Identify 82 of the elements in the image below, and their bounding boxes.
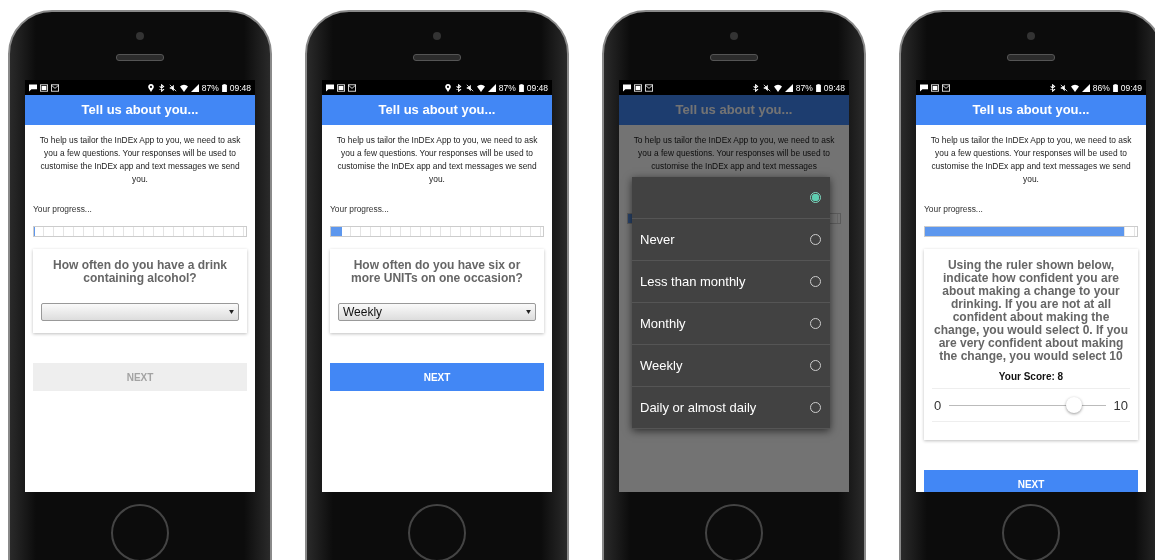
signal-icon (1081, 83, 1090, 92)
battery-percentage: 86% (1092, 82, 1110, 93)
mail-icon (645, 83, 653, 92)
status-time: 09:49 (1120, 82, 1142, 93)
camera-icon (1027, 32, 1035, 40)
intro-text: To help us tailor the InDEx App to you, we need to ask you a few questions. Your responses will be used to customise the InDEx app and text messages we send you. (335, 134, 539, 186)
location-pin-icon (443, 83, 452, 92)
question-text: Using the ruler shown below, indicate how confident you are about making a change to your drinking. If you are not at all confident about making the change, you would select 0. If you are very confident about making the change, you would select 10 (932, 259, 1129, 363)
app-header: Tell us about you... (916, 95, 1146, 125)
mute-icon (168, 83, 177, 92)
dropdown-field[interactable]: Weekly (338, 303, 536, 321)
battery-icon (221, 83, 227, 92)
camera-icon (730, 32, 738, 40)
option-item[interactable]: Less than monthly (632, 261, 830, 303)
battery-percentage: 87% (201, 82, 219, 93)
bluetooth-icon (1048, 83, 1057, 92)
battery-icon (1112, 83, 1118, 92)
mail-icon (942, 83, 950, 92)
dropdown-field[interactable] (41, 303, 239, 321)
bluetooth-icon (751, 83, 760, 92)
intro-text: To help us tailor the InDEx App to you, we need to ask you a few questions. Your responses will be used to customise the InDEx app and text messages we send you. (38, 134, 242, 186)
intro-text: To help us tailor the InDEx App to you, we need to ask you a few questions. Your responses will be used to customise the InDEx app and text messages (632, 134, 836, 173)
question-text: How often do you have six or more UNITs on one occasion? (350, 259, 524, 285)
status-time: 09:48 (526, 82, 548, 93)
option-item[interactable]: Never (632, 219, 830, 261)
progress-label: Your progress... (33, 204, 93, 214)
wifi-icon (1070, 83, 1079, 92)
option-item[interactable]: Daily or almost daily (632, 387, 830, 429)
message-icon (920, 83, 928, 92)
battery-percentage: 87% (498, 82, 516, 93)
app-header: Tell us about you... (619, 95, 849, 125)
option-item[interactable]: Monthly (632, 303, 830, 345)
image-icon (931, 83, 939, 92)
battery-icon (518, 83, 524, 92)
slider-thumb[interactable] (1066, 396, 1083, 413)
bluetooth-icon (454, 83, 463, 92)
camera-icon (433, 32, 441, 40)
speaker-grille (710, 54, 758, 61)
speaker-grille (1007, 54, 1055, 61)
slider-max-label: 10 (1113, 397, 1128, 413)
progress-label: Your progress... (330, 204, 390, 214)
location-pin-icon (146, 83, 155, 92)
home-button[interactable] (111, 504, 169, 560)
message-icon (623, 83, 631, 92)
image-icon (337, 83, 345, 92)
signal-icon (190, 83, 199, 92)
home-button[interactable] (705, 504, 763, 560)
progress-label: Your progress... (924, 204, 984, 214)
bluetooth-icon (157, 83, 166, 92)
battery-icon (815, 83, 821, 92)
option-item[interactable]: Weekly (632, 345, 830, 387)
message-icon (326, 83, 334, 92)
app-header: Tell us about you... (25, 95, 255, 125)
image-icon (634, 83, 642, 92)
mail-icon (348, 83, 356, 92)
message-icon (29, 83, 37, 92)
score-label: Your Score: 8 (997, 371, 1065, 382)
slider-min-label: 0 (934, 397, 942, 413)
wifi-icon (179, 83, 188, 92)
mute-icon (762, 83, 771, 92)
caret-icon (526, 310, 531, 314)
status-time: 09:48 (823, 82, 845, 93)
signal-icon (784, 83, 793, 92)
caret-icon (229, 310, 234, 314)
mail-icon (51, 83, 59, 92)
mute-icon (1059, 83, 1068, 92)
mute-icon (465, 83, 474, 92)
image-icon (40, 83, 48, 92)
speaker-grille (116, 54, 164, 61)
wifi-icon (476, 83, 485, 92)
home-button[interactable] (1002, 504, 1060, 560)
speaker-grille (413, 54, 461, 61)
wifi-icon (773, 83, 782, 92)
signal-icon (487, 83, 496, 92)
camera-icon (136, 32, 144, 40)
intro-text: To help us tailor the InDEx App to you, we need to ask you a few questions. Your responses will be used to customise the InDEx app and text messages we send you. (929, 134, 1133, 186)
status-time: 09:48 (229, 82, 251, 93)
app-header: Tell us about you... (322, 95, 552, 125)
home-button[interactable] (408, 504, 466, 560)
battery-percentage: 87% (795, 82, 813, 93)
question-text: How often do you have a drink containing alcohol? (52, 259, 228, 285)
radio-button[interactable] (810, 192, 821, 203)
